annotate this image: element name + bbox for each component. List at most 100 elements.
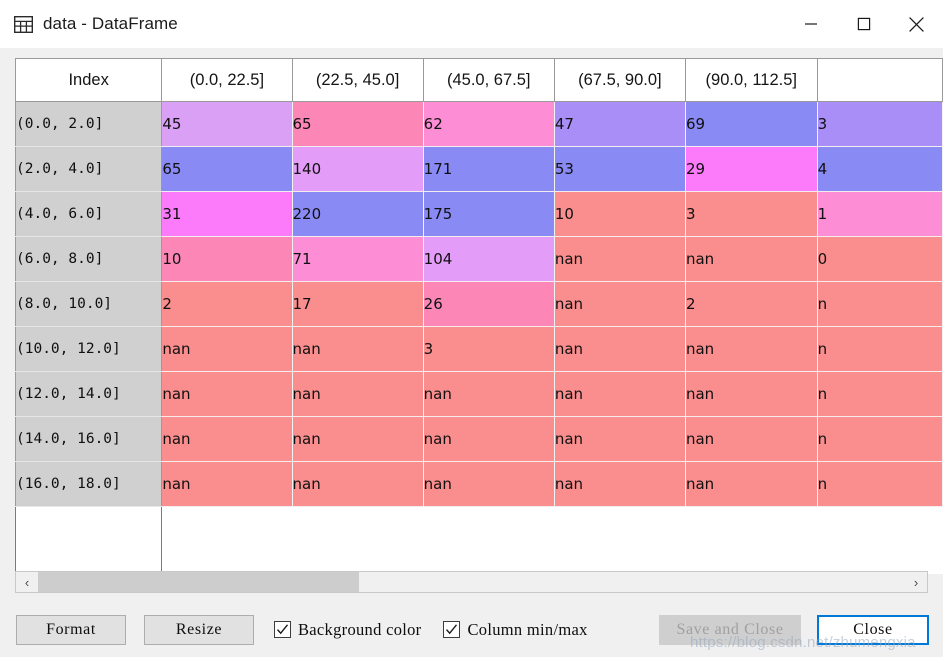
data-grid-viewport[interactable]: Index (0.0, 22.5] (22.5, 45.0] (45.0, 67… (15, 58, 943, 574)
table-row[interactable]: (6.0, 8.0] 10 71 104 nan nan 0 (15, 236, 943, 282)
column-minmax-checkbox[interactable]: Column min/max (443, 620, 587, 640)
data-cell[interactable]: nan (554, 326, 686, 372)
data-cell[interactable]: 62 (423, 101, 555, 147)
column-header[interactable]: (0.0, 22.5] (161, 58, 293, 102)
column-header[interactable]: (90.0, 112.5] (685, 58, 818, 102)
save-and-close-button: Save and Close (659, 614, 801, 645)
data-cell[interactable]: n (817, 326, 943, 372)
data-cell[interactable]: 4 (817, 146, 943, 192)
row-index-cell[interactable]: (10.0, 12.0] (15, 326, 163, 372)
table-row[interactable]: (0.0, 2.0] 45 65 62 47 69 3 (15, 101, 943, 147)
data-cell[interactable]: nan (554, 236, 686, 282)
row-index-cell[interactable]: (6.0, 8.0] (15, 236, 163, 282)
data-cell[interactable]: 47 (554, 101, 686, 147)
data-cell[interactable]: nan (685, 326, 818, 372)
table-row[interactable]: (14.0, 16.0] nan nan nan nan nan n (15, 416, 943, 462)
data-cell[interactable]: nan (685, 416, 818, 462)
column-header[interactable]: (67.5, 90.0] (554, 58, 686, 102)
data-cell[interactable]: nan (292, 326, 424, 372)
data-cell[interactable]: 175 (423, 191, 555, 237)
table-row[interactable]: (16.0, 18.0] nan nan nan nan nan n (15, 461, 943, 507)
grid-header: Index (0.0, 22.5] (22.5, 45.0] (45.0, 67… (15, 58, 943, 102)
data-cell[interactable]: nan (554, 416, 686, 462)
column-header[interactable] (817, 58, 943, 102)
index-column-header[interactable]: Index (15, 58, 163, 102)
table-row[interactable]: (10.0, 12.0] nan nan 3 nan nan n (15, 326, 943, 372)
data-cell[interactable]: 65 (161, 146, 293, 192)
background-color-checkbox[interactable]: Background color (274, 620, 421, 640)
data-cell[interactable]: nan (685, 461, 818, 507)
format-button[interactable]: Format (16, 614, 126, 645)
data-cell[interactable]: 3 (685, 191, 818, 237)
table-row[interactable]: (2.0, 4.0] 65 140 171 53 29 4 (15, 146, 943, 192)
data-cell[interactable]: nan (161, 461, 293, 507)
grid-body: (0.0, 2.0] 45 65 62 47 69 3 (2.0, 4.0] 65 140 171 5… (15, 101, 943, 573)
row-index-cell[interactable]: (8.0, 10.0] (15, 281, 163, 327)
data-cell[interactable]: nan (554, 281, 686, 327)
data-cell[interactable]: nan (161, 416, 293, 462)
data-cell[interactable]: 3 (423, 326, 555, 372)
data-cell[interactable]: n (817, 371, 943, 417)
data-cell[interactable]: n (817, 416, 943, 462)
data-cell[interactable]: nan (292, 371, 424, 417)
resize-button[interactable]: Resize (144, 614, 254, 645)
window-controls (784, 0, 943, 48)
data-cell[interactable]: nan (161, 371, 293, 417)
data-cell[interactable]: 220 (292, 191, 424, 237)
data-cell[interactable]: nan (292, 416, 424, 462)
data-cell[interactable]: 17 (292, 281, 424, 327)
close-dialog-button[interactable]: Close (817, 614, 929, 645)
data-cell[interactable]: 69 (685, 101, 818, 147)
data-cell[interactable]: 31 (161, 191, 293, 237)
data-cell[interactable]: 45 (161, 101, 293, 147)
data-cell[interactable]: 26 (423, 281, 555, 327)
data-cell[interactable]: nan (292, 461, 424, 507)
data-cell[interactable]: 53 (554, 146, 686, 192)
maximize-button[interactable] (837, 0, 890, 48)
row-index-cell[interactable]: (2.0, 4.0] (15, 146, 163, 192)
checkmark-icon[interactable] (274, 621, 291, 638)
data-cell[interactable]: 3 (817, 101, 943, 147)
data-cell[interactable]: 2 (685, 281, 818, 327)
data-cell[interactable]: n (817, 281, 943, 327)
row-index-cell[interactable]: (12.0, 14.0] (15, 371, 163, 417)
data-cell[interactable]: nan (423, 416, 555, 462)
row-index-cell[interactable]: (4.0, 6.0] (15, 191, 163, 237)
data-cell[interactable]: nan (685, 371, 818, 417)
data-cell[interactable]: 65 (292, 101, 424, 147)
row-index-cell[interactable]: (16.0, 18.0] (15, 461, 163, 507)
table-row[interactable]: (4.0, 6.0] 31 220 175 10 3 1 (15, 191, 943, 237)
data-cell[interactable]: 10 (554, 191, 686, 237)
data-cell[interactable]: nan (554, 371, 686, 417)
table-row[interactable]: (8.0, 10.0] 2 17 26 nan 2 n (15, 281, 943, 327)
row-index-cell[interactable]: (14.0, 16.0] (15, 416, 163, 462)
data-cell[interactable]: 0 (817, 236, 943, 282)
minimize-button[interactable] (784, 0, 837, 48)
data-cell[interactable]: 140 (292, 146, 424, 192)
scroll-right-arrow-icon[interactable]: › (905, 572, 927, 592)
close-button[interactable] (890, 0, 943, 48)
column-header[interactable]: (45.0, 67.5] (423, 58, 555, 102)
data-cell[interactable]: nan (161, 326, 293, 372)
scroll-left-arrow-icon[interactable]: ‹ (16, 572, 38, 592)
data-cell[interactable]: nan (685, 236, 818, 282)
column-header[interactable]: (22.5, 45.0] (292, 58, 424, 102)
data-cell[interactable]: 171 (423, 146, 555, 192)
data-cell[interactable]: 1 (817, 191, 943, 237)
data-cell[interactable]: 104 (423, 236, 555, 282)
scrollbar-track[interactable] (38, 572, 905, 592)
table-row[interactable]: (12.0, 14.0] nan nan nan nan nan n (15, 371, 943, 417)
data-cell[interactable]: 29 (685, 146, 818, 192)
data-cell[interactable]: nan (423, 371, 555, 417)
checkmark-icon[interactable] (443, 621, 461, 638)
data-cell[interactable]: 2 (161, 281, 293, 327)
horizontal-scrollbar[interactable]: ‹ › (15, 571, 928, 593)
title-bar: data - DataFrame (0, 0, 943, 48)
data-cell[interactable]: 71 (292, 236, 424, 282)
data-cell[interactable]: nan (554, 461, 686, 507)
scrollbar-thumb[interactable] (38, 572, 359, 592)
row-index-cell[interactable]: (0.0, 2.0] (15, 101, 163, 147)
data-cell[interactable]: n (817, 461, 943, 507)
data-cell[interactable]: nan (423, 461, 555, 507)
data-cell[interactable]: 10 (161, 236, 293, 282)
